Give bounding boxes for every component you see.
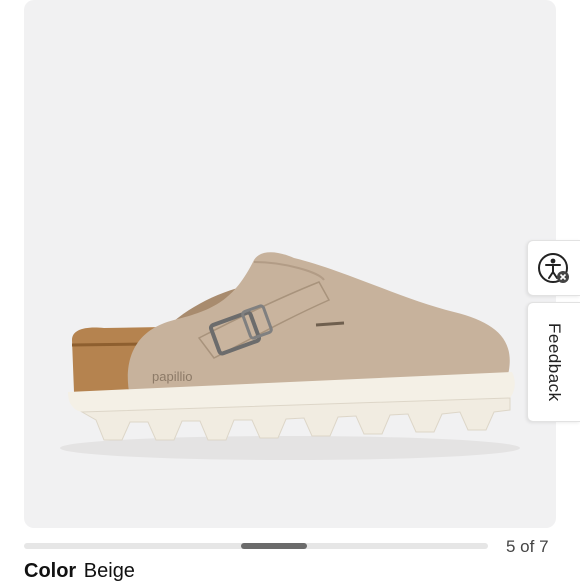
feedback-tab[interactable]: Feedback xyxy=(527,302,580,422)
brand-emboss: papillio xyxy=(152,369,193,384)
feedback-label: Feedback xyxy=(545,322,564,402)
carousel-scrollbar[interactable] xyxy=(24,543,488,549)
color-value: Beige xyxy=(83,560,135,582)
accessibility-button[interactable] xyxy=(527,240,580,296)
image-counter: 5 of 7 xyxy=(506,537,549,556)
carousel-scrollbar-thumb[interactable] xyxy=(241,543,307,549)
product-image xyxy=(60,252,520,460)
product-image-panel[interactable]: papillio xyxy=(24,0,556,528)
color-label: Color xyxy=(24,560,77,582)
accessibility-person-icon xyxy=(538,253,569,283)
